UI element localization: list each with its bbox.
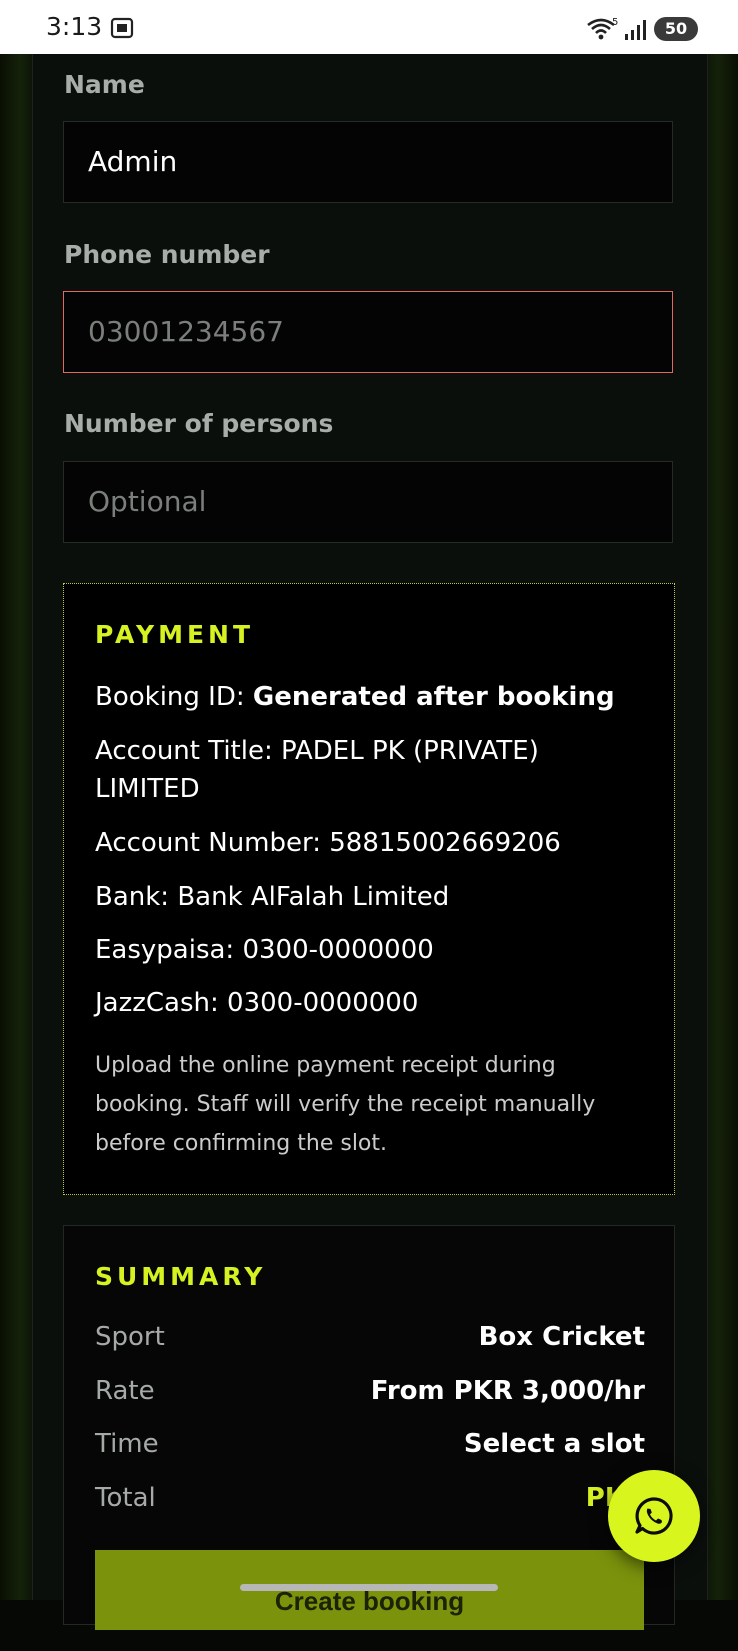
- phone-field[interactable]: 03001234567: [63, 291, 673, 373]
- persons-placeholder: Optional: [88, 485, 207, 518]
- booking-id-label: Booking ID:: [95, 682, 253, 712]
- whatsapp-button[interactable]: [608, 1470, 700, 1562]
- easypaisa-line: Easypaisa: 0300-0000000: [95, 935, 434, 965]
- battery-indicator: 50: [654, 17, 698, 41]
- summary-value: Select a slot: [463, 1429, 645, 1459]
- signal-icon: [625, 20, 646, 40]
- screenshot-icon: [110, 17, 134, 39]
- bank-line: Bank: Bank AlFalah Limited: [95, 882, 450, 912]
- navigation-handle[interactable]: [240, 1584, 498, 1591]
- account-title-line: Account Title: PADEL PK (PRIVATE) LIMITE…: [95, 736, 539, 804]
- persons-field[interactable]: Optional: [63, 461, 673, 543]
- booking-id-value: Generated after booking: [252, 682, 615, 712]
- name-value: Admin: [88, 145, 178, 178]
- payment-box: PAYMENT Booking ID: Generated after book…: [63, 583, 675, 1195]
- summary-key: Total: [95, 1483, 156, 1513]
- summary-key: Rate: [95, 1376, 155, 1406]
- summary-row-sport: Sport Box Cricket: [95, 1322, 645, 1362]
- phone-label: Phone number: [64, 240, 270, 269]
- background-glow-right: [704, 54, 738, 1600]
- name-field[interactable]: Admin: [63, 121, 673, 203]
- whatsapp-icon: [635, 1497, 673, 1535]
- wifi-icon: 5: [587, 17, 618, 40]
- summary-key: Time: [95, 1429, 159, 1459]
- summary-title: SUMMARY: [95, 1262, 267, 1291]
- status-time: 3:13: [46, 12, 103, 41]
- persons-label: Number of persons: [64, 409, 334, 438]
- wifi-badge: 5: [612, 17, 618, 28]
- summary-row-time: Time Select a slot: [95, 1429, 645, 1469]
- summary-box: SUMMARY Sport Box Cricket Rate From PKR …: [63, 1225, 675, 1630]
- background-glow-left: [0, 54, 34, 1600]
- name-label: Name: [64, 70, 145, 99]
- jazzcash-line: JazzCash: 0300-0000000: [95, 988, 419, 1018]
- summary-row-rate: Rate From PKR 3,000/hr: [95, 1376, 645, 1416]
- payment-note: Upload the online payment receipt during…: [95, 1053, 596, 1156]
- booking-id-line: Booking ID: Generated after booking: [95, 678, 655, 716]
- account-number-line: Account Number: 58815002669206: [95, 828, 561, 858]
- summary-key: Sport: [95, 1322, 165, 1352]
- summary-row-total: Total PKR: [95, 1483, 645, 1523]
- status-bar: 3:13 5 50: [0, 0, 738, 54]
- summary-value: Box Cricket: [478, 1322, 645, 1352]
- summary-value: From PKR 3,000/hr: [370, 1376, 645, 1406]
- payment-title: PAYMENT: [95, 620, 255, 649]
- phone-placeholder: 03001234567: [88, 315, 284, 348]
